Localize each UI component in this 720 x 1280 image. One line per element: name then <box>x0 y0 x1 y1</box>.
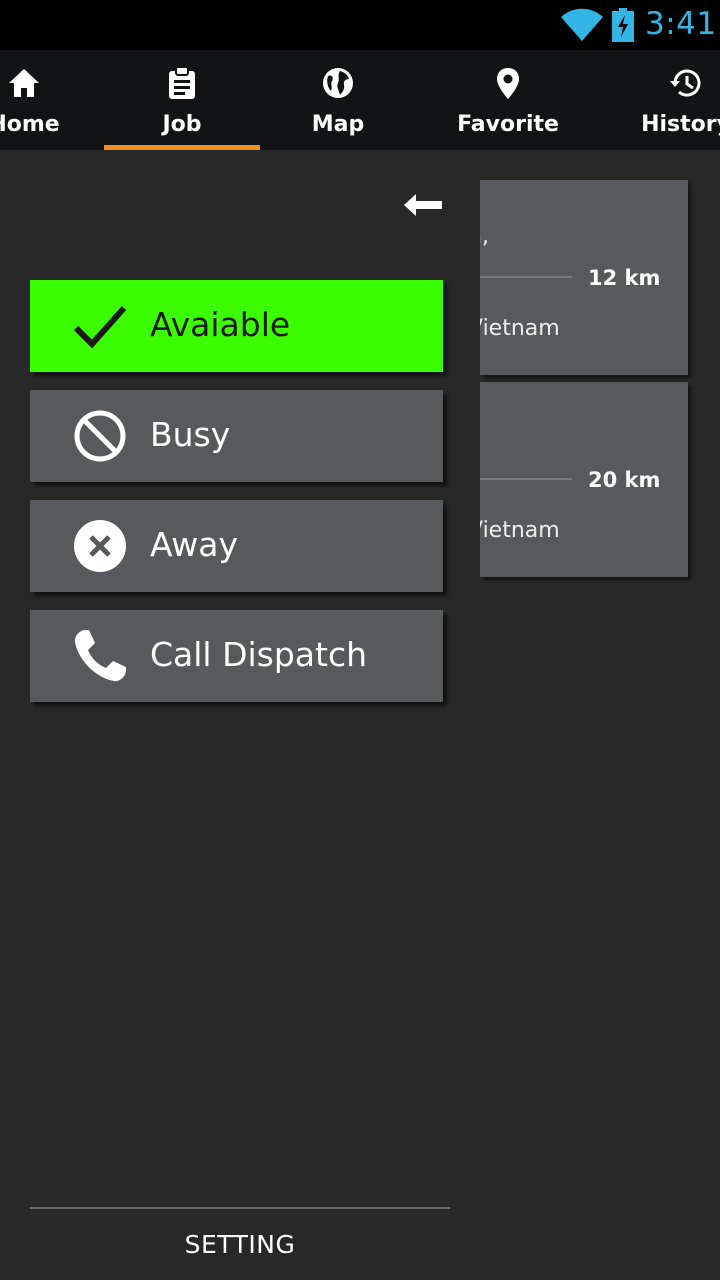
job-divider <box>480 276 572 278</box>
job-distance: 12 km <box>588 266 661 290</box>
tab-favorite[interactable]: Favorite <box>420 50 596 150</box>
checkmark-icon <box>73 306 127 349</box>
close-circle-icon <box>74 520 126 572</box>
job-country-fragment: Vietnam <box>480 316 560 341</box>
call-dispatch-button[interactable]: Call Dispatch <box>30 610 443 702</box>
status-bar: 3:41 <box>0 0 720 50</box>
job-card[interactable]: n, 12 km Vietnam <box>480 180 688 375</box>
status-available-button[interactable]: Avaiable <box>30 280 443 372</box>
tab-bar: Home Job Map Favorite His <box>0 50 720 150</box>
status-away-label: Away <box>150 525 238 564</box>
status-drawer: Avaiable Busy Away Call Dispatch SETTING <box>0 150 470 1280</box>
job-country-fragment: Vietnam <box>480 518 560 543</box>
status-available-label: Avaiable <box>150 305 291 344</box>
tab-home-label: Home <box>0 112 60 137</box>
clipboard-icon <box>169 66 195 99</box>
job-divider <box>480 478 572 480</box>
status-busy-button[interactable]: Busy <box>30 390 443 482</box>
job-card[interactable]: 20 km Vietnam <box>480 382 688 577</box>
call-dispatch-label: Call Dispatch <box>150 635 368 674</box>
tab-map-label: Map <box>311 112 365 137</box>
job-distance: 20 km <box>588 468 661 492</box>
location-pin-icon <box>497 68 519 99</box>
home-icon <box>9 69 39 97</box>
job-address-fragment: n, <box>480 224 489 249</box>
history-icon <box>670 69 701 97</box>
clock: 3:41 <box>645 6 717 42</box>
wifi-icon <box>561 8 603 42</box>
setting-divider <box>30 1207 450 1209</box>
block-icon <box>74 410 126 462</box>
tab-history-label: History <box>641 112 720 137</box>
tab-map[interactable]: Map <box>260 50 416 150</box>
setting-button[interactable]: SETTING <box>30 1230 450 1259</box>
globe-icon <box>323 68 353 98</box>
tab-job-label: Job <box>162 112 202 137</box>
battery-charging-icon <box>612 8 634 42</box>
tab-job[interactable]: Job <box>104 50 260 150</box>
tab-home[interactable]: Home <box>0 50 74 150</box>
back-arrow-icon[interactable] <box>402 191 444 219</box>
status-away-button[interactable]: Away <box>30 500 443 592</box>
phone-icon <box>74 630 126 682</box>
status-busy-label: Busy <box>150 415 231 454</box>
tab-history[interactable]: History <box>636 50 720 150</box>
tab-favorite-label: Favorite <box>457 112 559 137</box>
